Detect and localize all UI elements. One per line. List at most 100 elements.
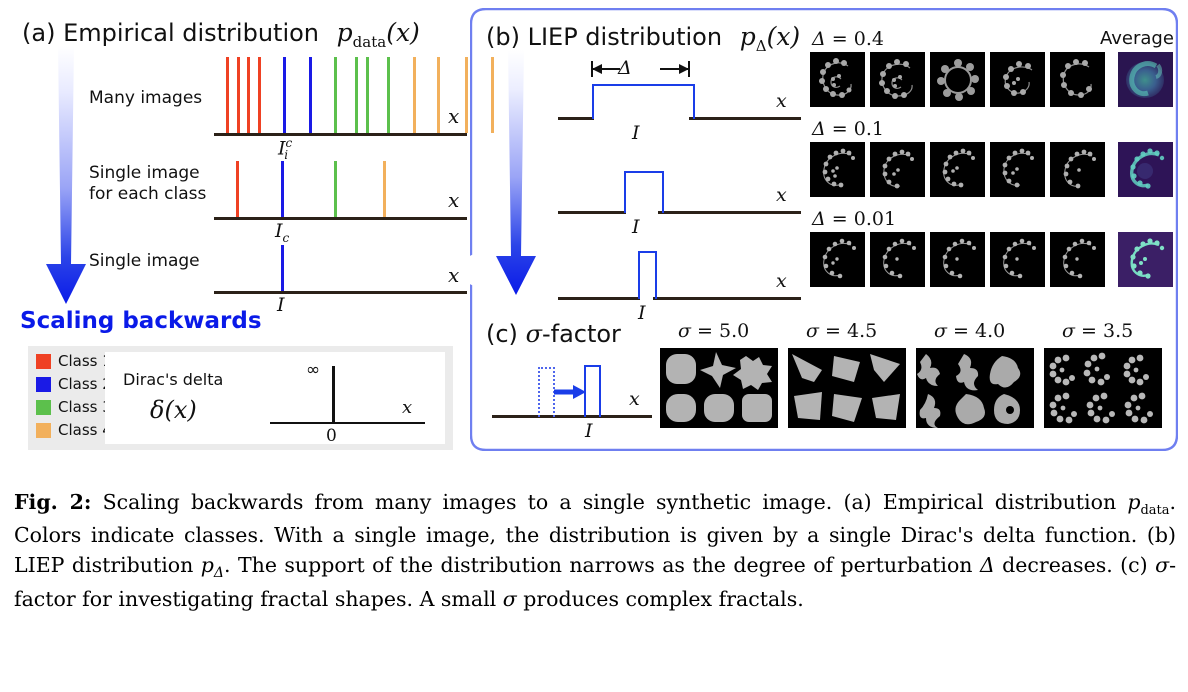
axis-tick-label-I: I: [277, 294, 285, 316]
fractal-thumb: [870, 142, 925, 197]
panel-bc-container: (b) LIEP distribution pΔ(x) Δ I x I x I …: [470, 8, 1178, 451]
caption-label: Fig. 2:: [14, 490, 92, 514]
caption-delta-0-4: Δ = 0.4: [812, 28, 884, 50]
average-thumb: [1118, 142, 1173, 197]
panel-a-empirical-distribution: (a) Empirical distribution pdata(x) Many…: [14, 8, 494, 338]
equals-sign: =: [697, 320, 713, 342]
spike: [236, 161, 239, 217]
caption-part1: Scaling backwards from many images to a …: [91, 490, 1128, 514]
axis-many-images: [214, 54, 494, 136]
caption-sigma-4-5: σ = 4.5: [806, 320, 877, 342]
delta-symbol: Δ: [812, 208, 826, 230]
dirac-axis-label-x: x: [402, 397, 413, 418]
dirac-mini-plot: ∞ 0 x: [270, 360, 430, 446]
caption-pdelta-sub: Δ: [213, 565, 225, 582]
legend-label-class-4: Class 4: [58, 421, 112, 439]
equals-sign: =: [825, 320, 841, 342]
axis-line-left: [558, 117, 594, 120]
spike: [309, 57, 312, 133]
legend-label-class-2: Class 2: [58, 375, 112, 393]
axis-tick-label-I: I: [638, 302, 646, 324]
equals-sign: =: [831, 28, 848, 50]
panel-a-title-arg: (x): [386, 18, 420, 47]
spike: [226, 57, 229, 133]
panel-a-title-p: p: [336, 18, 353, 47]
axis-tick-label-I: I: [632, 216, 640, 238]
panel-a-title-text: (a) Empirical distribution: [22, 19, 320, 47]
fractal-thumb: [930, 232, 985, 287]
sigma-symbol: σ: [934, 320, 947, 342]
fractal-thumb: [990, 142, 1045, 197]
spike: [366, 57, 369, 133]
equals-sign: =: [831, 208, 848, 230]
row-label-line1: Single image: [89, 163, 200, 183]
axis-label-x: x: [629, 388, 640, 410]
sigma-symbol: σ: [678, 320, 691, 342]
delta-value: 0.4: [853, 28, 884, 50]
average-thumb: [1118, 52, 1173, 107]
fractal-thumb: [1050, 142, 1105, 197]
equals-sign: =: [831, 118, 848, 140]
axis-label-x: x: [776, 184, 787, 206]
delta-symbol: Δ: [812, 28, 826, 50]
panel-a-title-sub: data: [352, 33, 387, 51]
dirac-symbol: δ(x): [150, 396, 197, 424]
axis-label-x: x: [448, 104, 460, 128]
dirac-axis-line: [270, 421, 425, 424]
dirac-spike: [332, 366, 335, 424]
caption-delta-0-01: Δ = 0.01: [812, 208, 896, 230]
scaling-backwards-label: Scaling backwards: [20, 308, 262, 334]
sigma-thumb: [660, 348, 778, 428]
axis-label-x: x: [776, 90, 787, 112]
sigma-thumb: [916, 348, 1034, 428]
legend-swatch-class-2: [36, 377, 51, 392]
axis-single-image: [214, 242, 469, 294]
axis-line: [214, 217, 467, 220]
equals-sign: =: [953, 320, 969, 342]
sigma-value: 4.5: [847, 320, 878, 342]
delta-value: 0.01: [853, 208, 897, 230]
legend-label-class-3: Class 3: [58, 398, 112, 416]
axis-line-right: [689, 117, 801, 120]
spike: [283, 57, 286, 133]
delta-symbol: Δ: [812, 118, 826, 140]
dirac-delta-box: Dirac's delta δ(x) ∞ 0 x: [105, 352, 445, 446]
panel-c-title-suffix: -factor: [541, 320, 621, 348]
fractal-thumb: [870, 232, 925, 287]
sigma-value: 5.0: [719, 320, 750, 342]
caption-pdata-base: p: [1127, 490, 1141, 514]
panel-b-title-sub: Δ: [755, 37, 767, 55]
sigma-symbol: σ: [1062, 320, 1075, 342]
panel-b-title-arg: (x): [766, 22, 801, 51]
figure-caption: Fig. 2: Scaling backwards from many imag…: [14, 487, 1176, 614]
liep-plot-delta-0-4: Δ I x: [558, 57, 801, 144]
spike: [355, 57, 358, 133]
spike: [413, 57, 416, 133]
axis-tick-label-I: I: [585, 420, 593, 442]
spike: [237, 57, 240, 133]
sigma-thumb: [788, 348, 906, 428]
axis-tick-label-I: I: [632, 122, 640, 144]
axis-label-x: x: [448, 263, 460, 287]
axis-line-right: [658, 211, 801, 214]
caption-part6: produces complex fractals.: [516, 587, 804, 611]
row-label-single-image: Single image: [89, 251, 200, 271]
scaling-arrow-b: [496, 50, 536, 295]
spike: [334, 161, 337, 217]
average-column-label: Average: [1100, 28, 1174, 49]
axis-line: [214, 291, 467, 294]
equals-sign: =: [1081, 320, 1097, 342]
legend-swatch-class-1: [36, 354, 51, 369]
legend-swatch-class-4: [36, 423, 51, 438]
axis-label-x: x: [448, 188, 460, 212]
spike: [437, 57, 440, 133]
axis-line-left: [558, 297, 640, 300]
caption-part4: decreases. (c): [994, 553, 1156, 578]
spike: [281, 161, 284, 217]
fractal-thumb: [1050, 232, 1105, 287]
sigma-thumb: [1044, 348, 1162, 428]
liep-plot-delta-0-1: I x: [558, 160, 801, 238]
axis-label-x: x: [776, 270, 787, 292]
caption-pdelta-base: p: [200, 553, 214, 578]
liep-box: [624, 171, 664, 213]
